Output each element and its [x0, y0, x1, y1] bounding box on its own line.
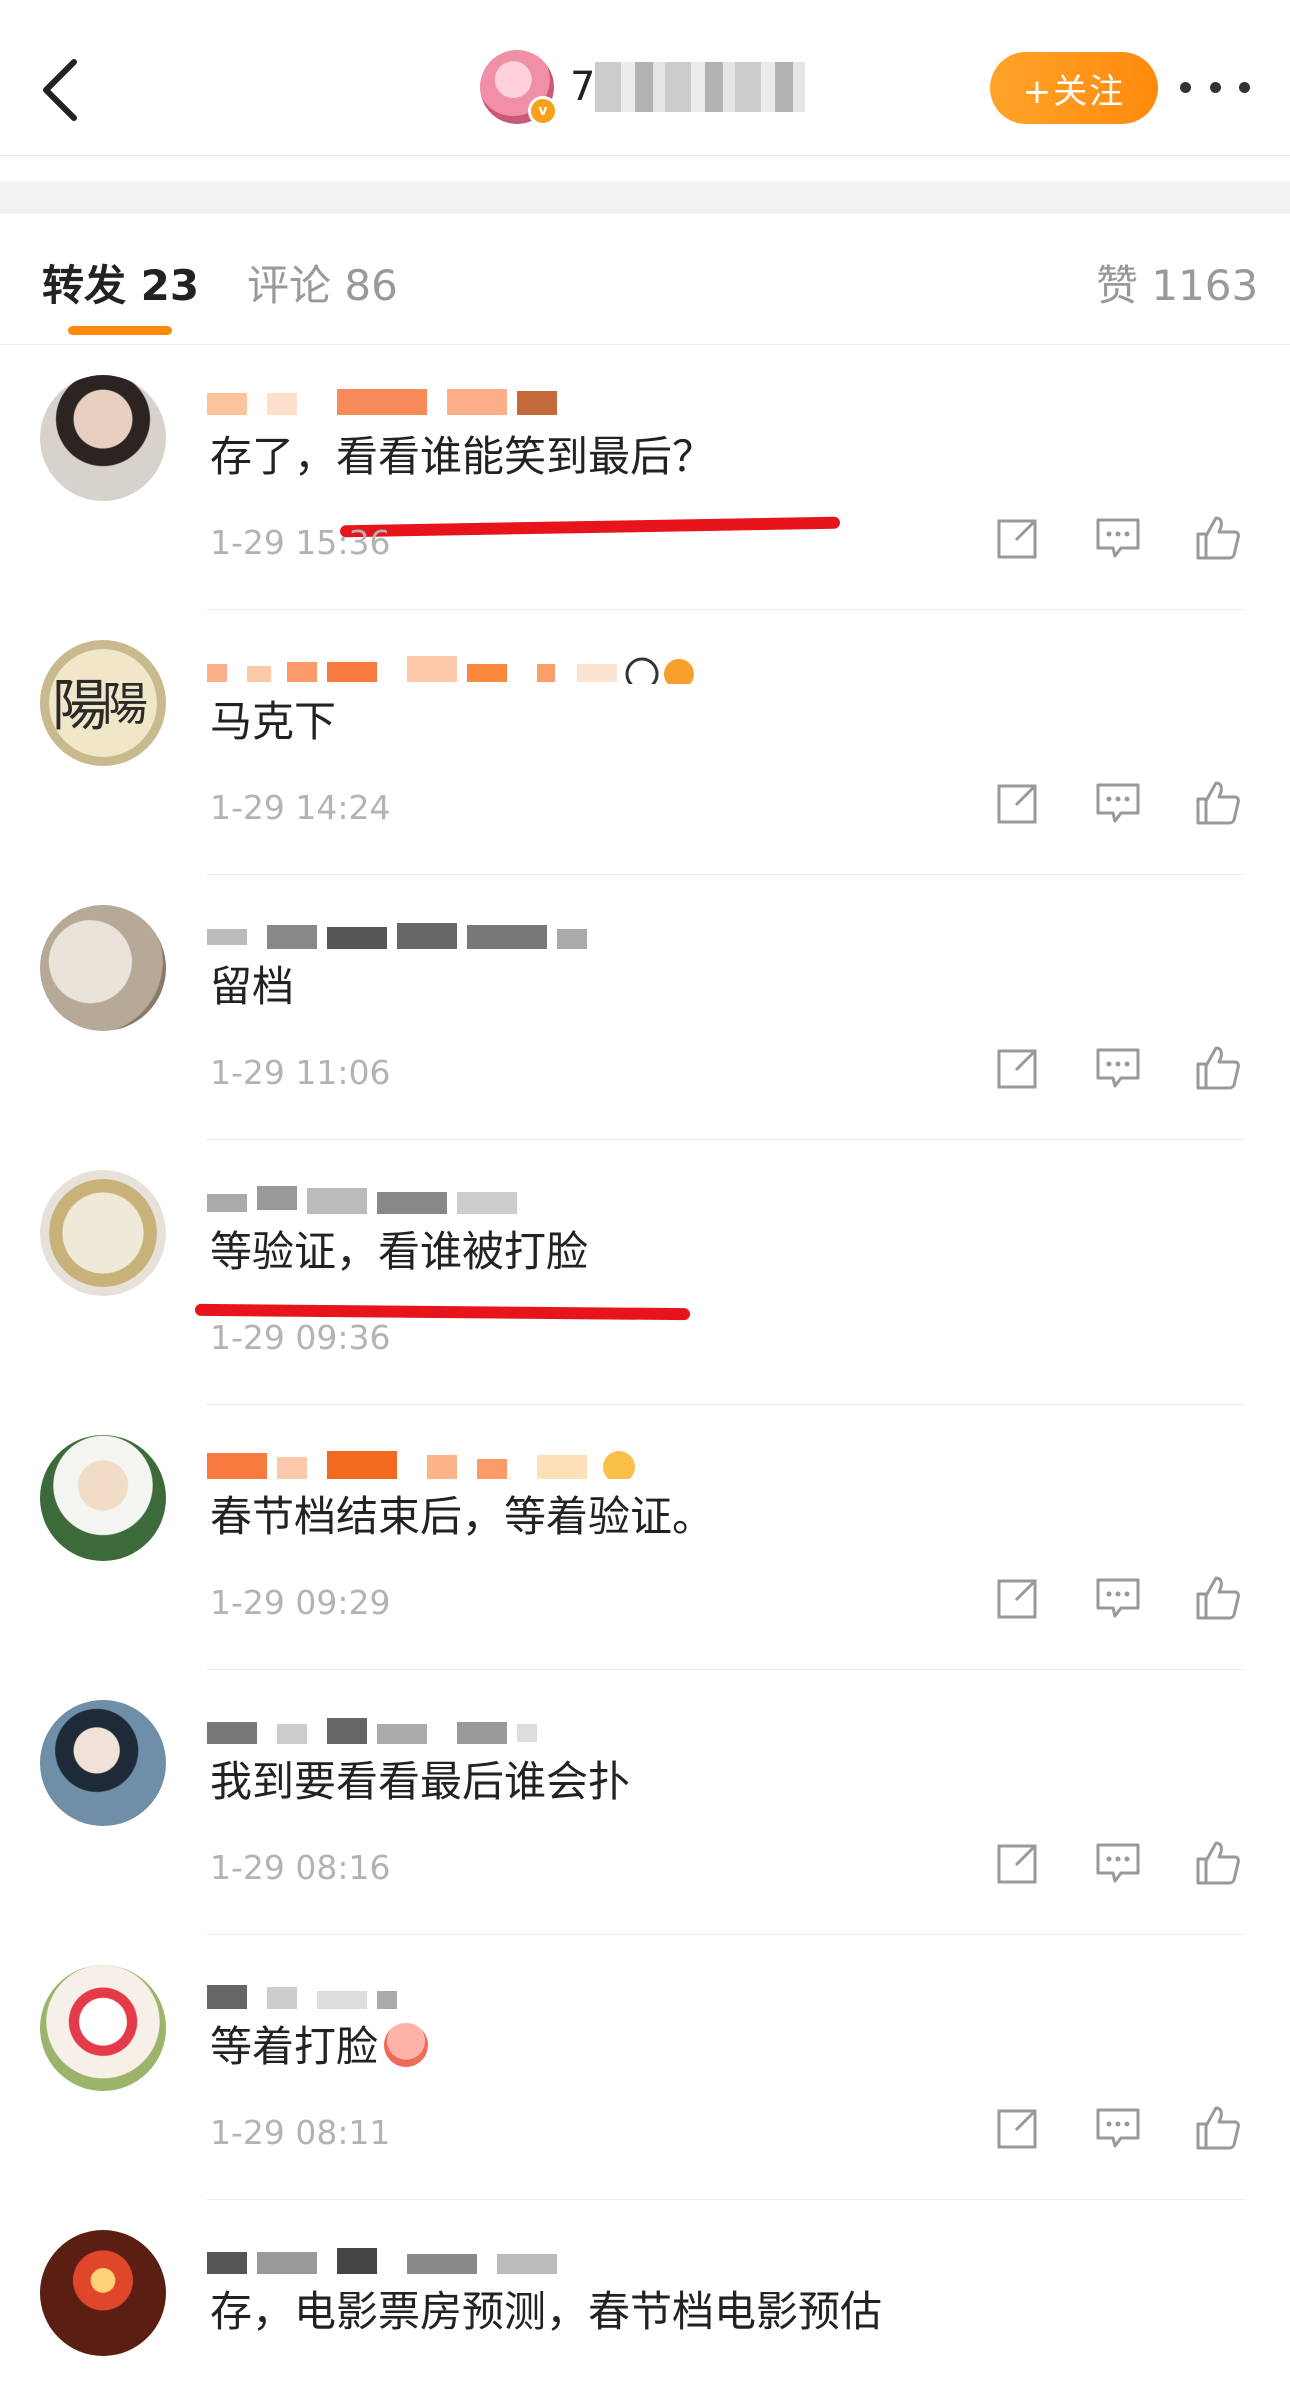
- comment-text: 存了，看看谁能笑到最后？: [210, 432, 715, 481]
- red-annotation-underline: [339, 516, 841, 538]
- comment-icon[interactable]: [1090, 2100, 1146, 2156]
- comment-text: 春节档结束后，等着验证。: [210, 1492, 715, 1541]
- author-name[interactable]: 7: [570, 64, 595, 110]
- username-mosaic: [207, 1186, 517, 1214]
- avatar[interactable]: [40, 1965, 166, 2091]
- comment-time: 1-29 11:06: [210, 1053, 391, 1092]
- comment-text: 存，电影票房预测，春节档电影预估: [210, 2287, 883, 2336]
- comment-text: 我到要看看最后谁会扑: [210, 1757, 631, 1806]
- comment-text: 等验证，看谁被打脸: [210, 1227, 589, 1276]
- top-bar: v 7 +关注: [0, 0, 1290, 156]
- comment-icon[interactable]: [1090, 510, 1146, 566]
- comment-time: 1-29 08:11: [210, 2113, 391, 2152]
- avatar[interactable]: [40, 905, 166, 1031]
- username-mosaic: [207, 389, 557, 415]
- avatar[interactable]: [40, 2230, 166, 2356]
- avatar[interactable]: [40, 1170, 166, 1296]
- laughing-face-emoji-icon: [384, 2023, 429, 2067]
- like-icon[interactable]: [1190, 775, 1246, 831]
- username-mosaic: [207, 1718, 537, 1744]
- tab-reposts[interactable]: 转发 23: [42, 252, 199, 313]
- list-item[interactable]: 等着打脸 1-29 08:11: [0, 1935, 1290, 2200]
- username-mosaic: [207, 1451, 635, 1479]
- share-icon[interactable]: [990, 1835, 1046, 1891]
- avatar[interactable]: [40, 1700, 166, 1826]
- comment-time: 1-29 08:16: [210, 1848, 391, 1887]
- back-chevron-icon: [43, 59, 77, 121]
- username-mosaic: [207, 656, 694, 684]
- author-name-mosaic: [595, 62, 805, 112]
- tab-comments[interactable]: 评论 86: [247, 252, 398, 313]
- like-icon[interactable]: [1190, 1835, 1246, 1891]
- share-icon[interactable]: [990, 1570, 1046, 1626]
- comment-text: 留档: [210, 962, 295, 1011]
- back-button[interactable]: [30, 50, 90, 130]
- comment-text-value: 等着打脸: [210, 2022, 379, 2071]
- list-item[interactable]: 留档 1-29 11:06: [0, 875, 1290, 1140]
- avatar[interactable]: [40, 1435, 166, 1561]
- verified-badge-icon: v: [528, 96, 558, 126]
- like-icon[interactable]: [1190, 1040, 1246, 1096]
- username-mosaic: [207, 2248, 557, 2274]
- avatar[interactable]: 陽陽: [40, 640, 166, 766]
- comment-time: 1-29 09:29: [210, 1583, 391, 1622]
- comment-time: 1-29 14:24: [210, 788, 391, 827]
- list-item[interactable]: 存了，看看谁能笑到最后？ 1-29 15:36: [0, 345, 1290, 610]
- section-divider: [0, 182, 1290, 214]
- share-icon[interactable]: [990, 510, 1046, 566]
- share-icon[interactable]: [990, 2100, 1046, 2156]
- author-avatar[interactable]: v: [480, 50, 558, 126]
- comment-icon[interactable]: [1090, 1835, 1146, 1891]
- comment-icon[interactable]: [1090, 1040, 1146, 1096]
- list-item[interactable]: 我到要看看最后谁会扑 1-29 08:16: [0, 1670, 1290, 1935]
- username-mosaic: [207, 923, 587, 949]
- follow-button[interactable]: +关注: [990, 52, 1158, 124]
- like-icon[interactable]: [1190, 2100, 1246, 2156]
- like-icon[interactable]: [1190, 510, 1246, 566]
- list-item[interactable]: 陽陽 马克下 1-29 14:24: [0, 610, 1290, 875]
- like-icon[interactable]: [1190, 1570, 1246, 1626]
- list-item[interactable]: 春节档结束后，等着验证。 1-29 09:29: [0, 1405, 1290, 1670]
- comment-time: 1-29 15:36: [210, 523, 391, 562]
- avatar[interactable]: [40, 375, 166, 501]
- share-icon[interactable]: [990, 775, 1046, 831]
- username-mosaic: [207, 1985, 397, 2009]
- svg-text:陽: 陽: [52, 674, 108, 739]
- active-tab-indicator: [68, 326, 172, 335]
- comment-time: 1-29 09:36: [210, 1318, 391, 1357]
- share-icon[interactable]: [990, 1040, 1046, 1096]
- comment-text: 马克下: [210, 697, 337, 746]
- comment-icon[interactable]: [1090, 1570, 1146, 1626]
- list-item[interactable]: 存，电影票房预测，春节档电影预估: [0, 2200, 1290, 2398]
- list-item[interactable]: 等验证，看谁被打脸 1-29 09:36: [0, 1140, 1290, 1405]
- comment-icon[interactable]: [1090, 775, 1146, 831]
- interaction-tabs: 转发 23 评论 86 赞 1163: [0, 214, 1290, 345]
- more-dots-icon[interactable]: [1180, 62, 1250, 112]
- svg-text:陽: 陽: [102, 677, 148, 731]
- tab-likes[interactable]: 赞 1163: [1096, 252, 1258, 313]
- comment-text: 等着打脸: [210, 2013, 429, 2074]
